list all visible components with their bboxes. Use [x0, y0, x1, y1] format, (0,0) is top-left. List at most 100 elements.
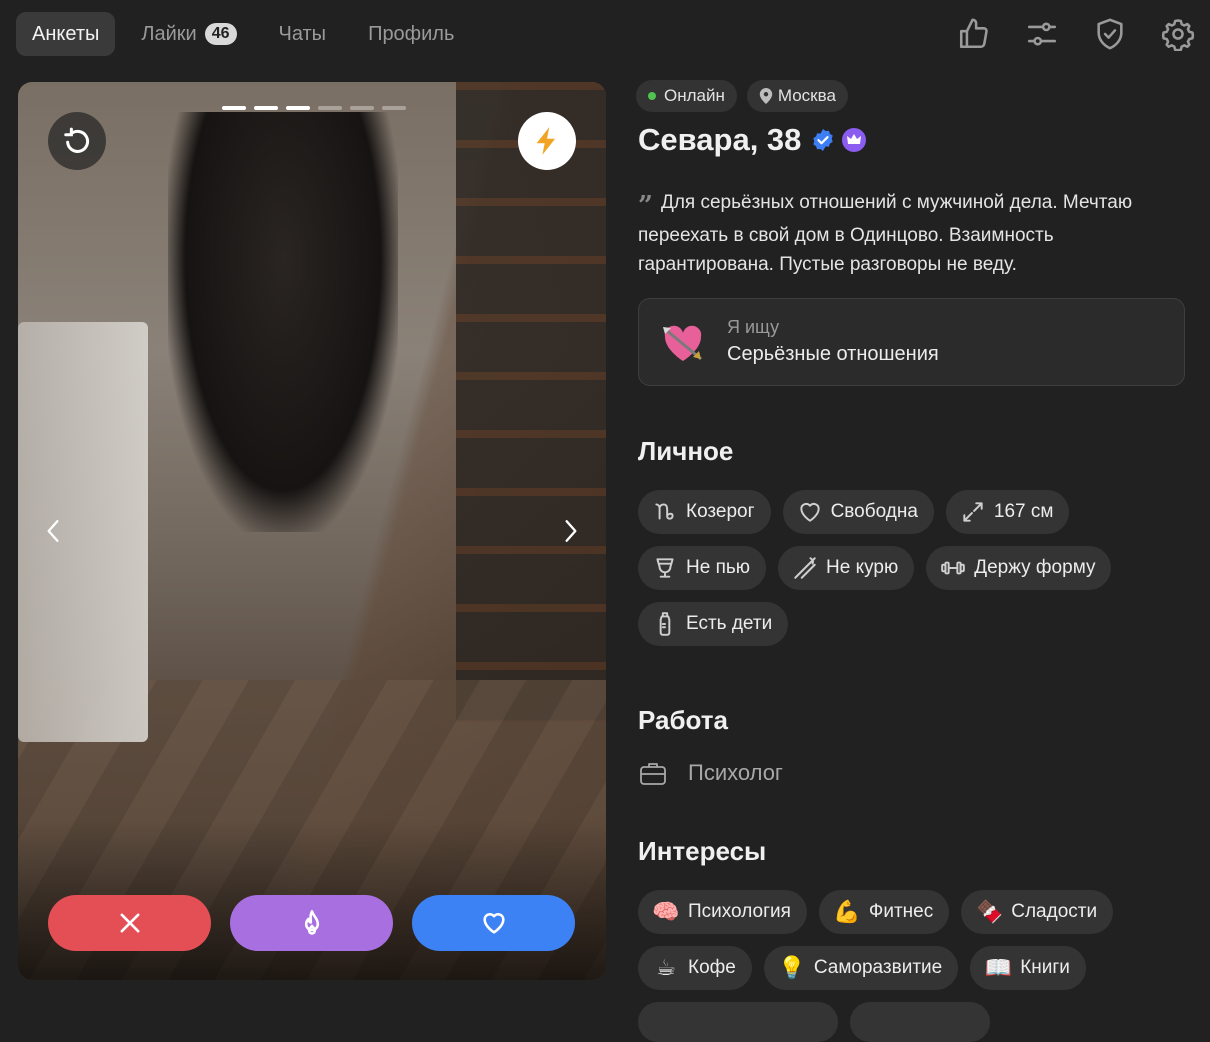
tag-label: Саморазвитие: [813, 957, 943, 978]
sliders-icon[interactable]: [1024, 14, 1060, 54]
interest-tag[interactable]: 🍫 Сладости: [961, 890, 1114, 934]
photo-progress-segment: [382, 106, 406, 110]
thumbs-up-icon[interactable]: [956, 14, 992, 54]
photo-progress-segment: [350, 106, 374, 110]
tab-label: Лайки: [141, 22, 197, 45]
tag-label: Не пью: [686, 557, 751, 578]
tag-label: Кофе: [688, 957, 736, 978]
undo-icon: [64, 127, 90, 153]
personal-tag: Свободна: [782, 490, 934, 534]
quote-icon: ”: [638, 191, 653, 221]
photo-person: [168, 112, 398, 532]
section-interests-title: Интересы: [638, 836, 767, 866]
glass-icon: [656, 558, 674, 578]
profile-bio: ” Для серьёзных отношений с мужчиной дела…: [638, 188, 1186, 279]
seeking-card: Я ищу Серьёзные отношения: [638, 298, 1185, 386]
seeking-label: Я ищу: [727, 317, 780, 337]
interest-tag: [850, 1002, 990, 1042]
tag-label: Книги: [1020, 957, 1070, 978]
status-pills: Онлайн Москва: [636, 80, 858, 112]
city-badge: Москва: [746, 80, 848, 112]
seeking-value: Серьёзные отношения: [727, 343, 939, 365]
city-text: Москва: [777, 86, 836, 105]
interest-emoji-icon: ☕: [656, 955, 676, 980]
tag-label: Есть дети: [686, 613, 773, 634]
online-status: Онлайн: [636, 80, 737, 112]
tab-profile[interactable]: Профиль: [352, 12, 470, 56]
online-dot-icon: [648, 92, 656, 100]
photo-progress-indicator: [222, 106, 414, 110]
premium-crown-icon: [842, 128, 867, 152]
shield-check-icon[interactable]: [1092, 14, 1128, 54]
tag-label: 167 см: [993, 501, 1054, 522]
tag-label: Психология: [688, 901, 791, 922]
interest-tag[interactable]: 📖 Книги: [970, 946, 1086, 990]
tag-label: Свободна: [830, 501, 918, 522]
tab-likes[interactable]: Лайки 46: [125, 12, 252, 56]
work-text: Психолог: [688, 760, 783, 785]
tab-chats[interactable]: Чаты: [263, 12, 343, 56]
interest-tag[interactable]: 🧠 Психология: [638, 890, 807, 934]
interest-tag[interactable]: 💡 Саморазвитие: [763, 946, 959, 990]
personal-tag: 167 см: [945, 490, 1070, 534]
photo-progress-segment: [286, 106, 310, 110]
personal-tag: Не курю: [778, 546, 915, 590]
lightning-icon: [536, 127, 556, 155]
interest-emoji-icon: 🍫: [975, 899, 1003, 924]
top-nav: Анкеты Лайки 46 Чаты Профиль: [16, 12, 480, 56]
next-photo-button[interactable]: [556, 516, 586, 546]
close-icon: [120, 913, 139, 933]
photo-progress-segment: [222, 106, 246, 110]
photo-background-shelf: [456, 82, 606, 722]
tab-label: Анкеты: [32, 22, 100, 45]
work-item: Психолог: [638, 758, 783, 788]
dislike-button[interactable]: [48, 895, 211, 951]
photo-progress-segment: [318, 106, 342, 110]
profile-name: Севара, 38: [638, 122, 867, 158]
section-work-title: Работа: [638, 705, 728, 735]
heart-outline-icon: [799, 502, 820, 522]
fire-icon: [304, 910, 319, 935]
personal-tags: Козерог Свободна 167 см Не пью Не курю Держу …: [638, 490, 1198, 658]
section-personal-title: Личное: [638, 436, 734, 466]
heart-arrow-icon: [663, 325, 702, 361]
profile-photo[interactable]: [18, 82, 606, 980]
tab-ankety[interactable]: Анкеты: [16, 12, 116, 56]
interest-tags-overflow: [638, 1002, 1002, 1042]
undo-button[interactable]: [48, 112, 106, 170]
tab-label: Чаты: [278, 22, 327, 45]
dumbbell-icon: [941, 561, 966, 575]
likes-count-badge: 46: [204, 23, 237, 45]
height-icon: [963, 502, 983, 522]
interest-tag[interactable]: 💪 Фитнес: [818, 890, 950, 934]
personal-tag: Держу форму: [926, 546, 1112, 590]
tag-label: Держу форму: [974, 557, 1096, 578]
interest-emoji-icon: 💡: [778, 955, 806, 980]
personal-tag: Козерог: [638, 490, 771, 534]
tag-label: Козерог: [686, 501, 755, 522]
tag-label: Не курю: [826, 557, 899, 578]
superlike-button[interactable]: [230, 895, 393, 951]
verified-badge-icon: [813, 129, 834, 151]
gear-icon[interactable]: [1160, 14, 1196, 54]
prev-photo-button[interactable]: [38, 516, 68, 546]
interest-emoji-icon: 🧠: [652, 899, 680, 924]
interest-tag: [638, 1002, 838, 1042]
bio-text: Для серьёзных отношений с мужчиной дела.…: [638, 192, 1133, 275]
heart-icon: [482, 913, 505, 934]
chevron-right-icon: [565, 520, 577, 542]
name-age-text: Севара, 38: [638, 122, 802, 157]
baby-bottle-icon: [659, 612, 671, 636]
boost-button[interactable]: [518, 112, 576, 170]
chevron-left-icon: [47, 520, 59, 542]
tag-label: Фитнес: [868, 901, 934, 922]
interest-emoji-icon: 📖: [984, 955, 1012, 980]
photo-progress-segment: [254, 106, 278, 110]
header-actions: [924, 14, 1196, 54]
tab-label: Профиль: [368, 22, 455, 45]
personal-tag: Не пью: [638, 546, 767, 590]
briefcase-icon: [640, 763, 666, 785]
personal-tag: Есть дети: [638, 602, 789, 646]
like-button[interactable]: [412, 895, 575, 951]
interest-tag[interactable]: ☕ Кофе: [638, 946, 752, 990]
